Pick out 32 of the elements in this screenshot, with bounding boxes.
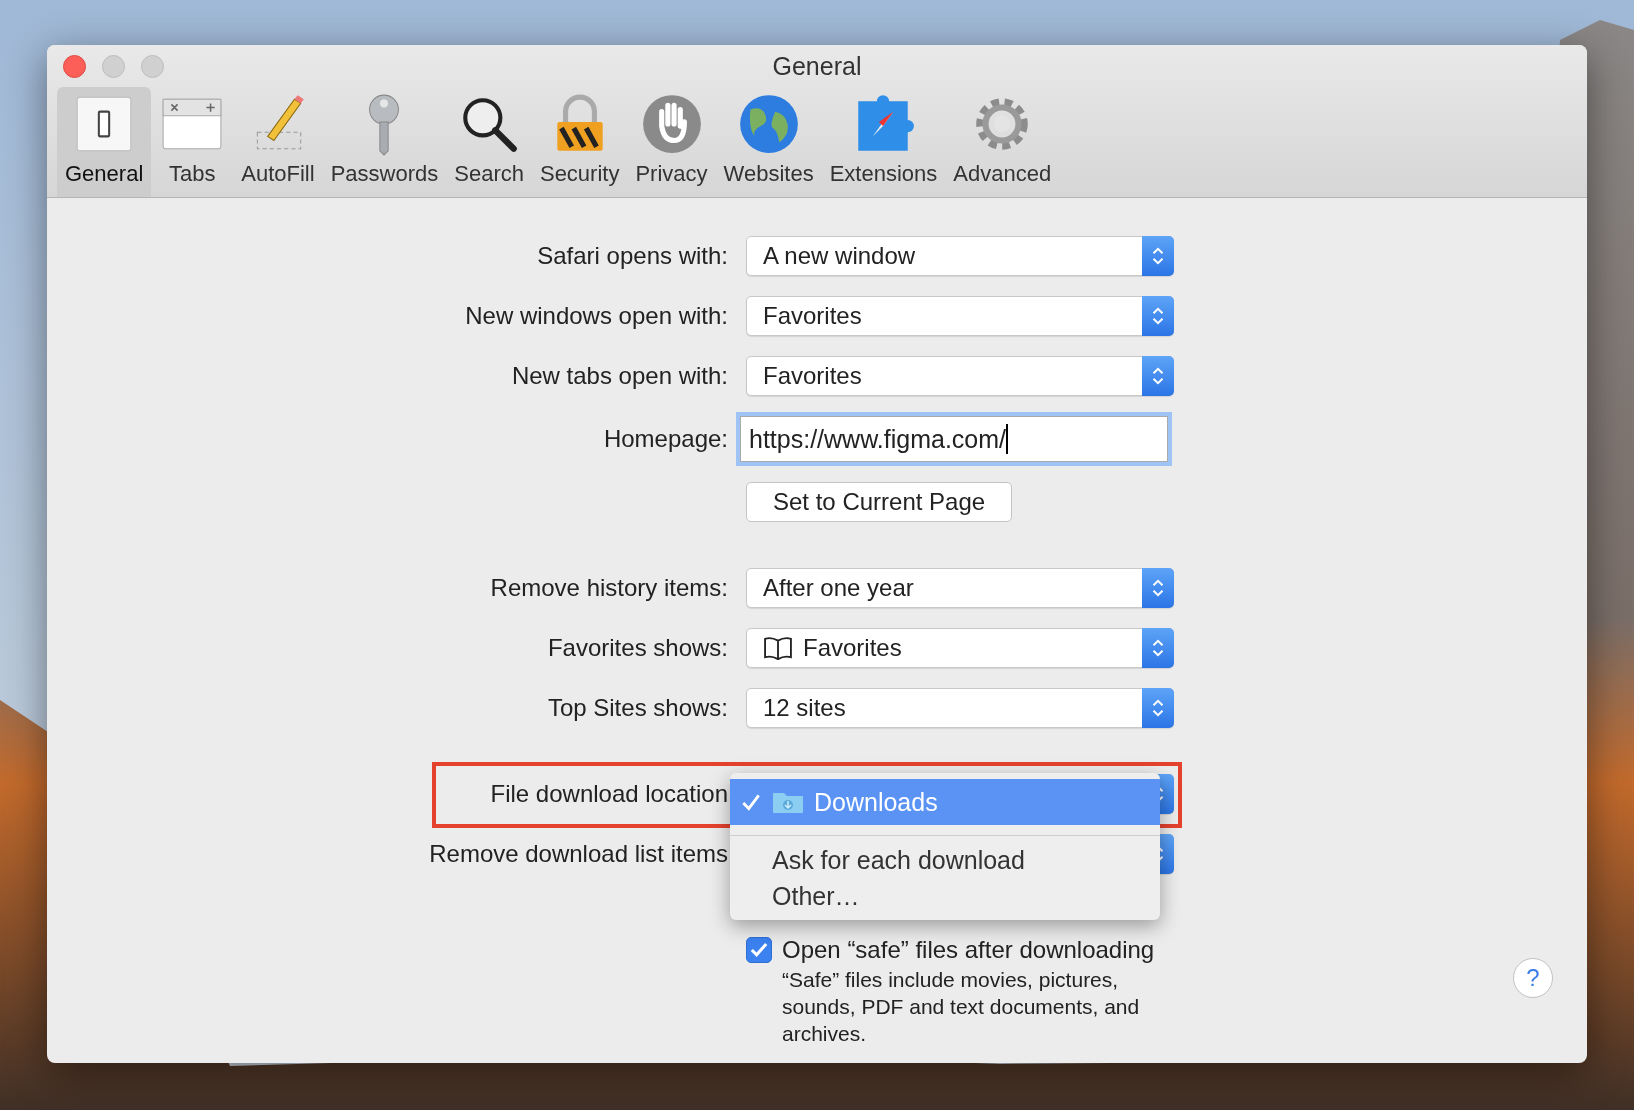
set-current-page-button[interactable]: Set to Current Page (746, 482, 1013, 522)
popup-button[interactable]: 12 sites (746, 688, 1174, 728)
setting-label: Remove history items: (489, 574, 728, 602)
popup-button[interactable]: Favorites (746, 296, 1174, 336)
toolbar-tab[interactable]: Passwords (322, 87, 447, 197)
setting-label: New windows open with: (464, 302, 728, 330)
setting-label: Top Sites shows: (546, 694, 728, 722)
popup-button[interactable]: Favorites (746, 356, 1174, 396)
popup-button[interactable]: Favorites (746, 628, 1174, 668)
popup-button[interactable]: A new window (746, 236, 1174, 276)
setting-label: Homepage: (602, 425, 728, 453)
setting-label: New tabs open with: (510, 362, 728, 390)
toolbar-tab[interactable]: Security (531, 87, 628, 197)
toolbar-tab[interactable]: Advanced (945, 87, 1060, 197)
setting-label: Safari opens with: (536, 242, 728, 270)
note-text: “Safe” files include movies, pictures, sounds, PDF and text documents, and archives. (782, 967, 1141, 1047)
menu-item[interactable]: Other… (730, 878, 1160, 914)
checkbox-label: Open “safe” files after downloading (782, 936, 1155, 964)
toolbar-tab[interactable]: Search (446, 87, 532, 197)
setting-label: Favorites shows: (546, 634, 728, 662)
toolbar-tab[interactable]: Extensions (821, 87, 946, 197)
toolbar-tab[interactable]: General (57, 87, 152, 197)
toolbar-tab[interactable]: Privacy (627, 87, 716, 197)
setting-label: File download location (489, 780, 728, 808)
toolbar-tab[interactable]: AutoFill (233, 87, 323, 197)
setting-label: Remove download list items (428, 840, 728, 868)
toolbar-tab[interactable]: Tabs (151, 87, 234, 197)
popup-button[interactable]: After one year (746, 568, 1174, 608)
window-title: General (772, 51, 862, 81)
menu-item[interactable]: Ask for each download (730, 842, 1160, 878)
help-button[interactable]: ? (1513, 958, 1553, 998)
toolbar-tab[interactable]: Websites (715, 87, 822, 197)
